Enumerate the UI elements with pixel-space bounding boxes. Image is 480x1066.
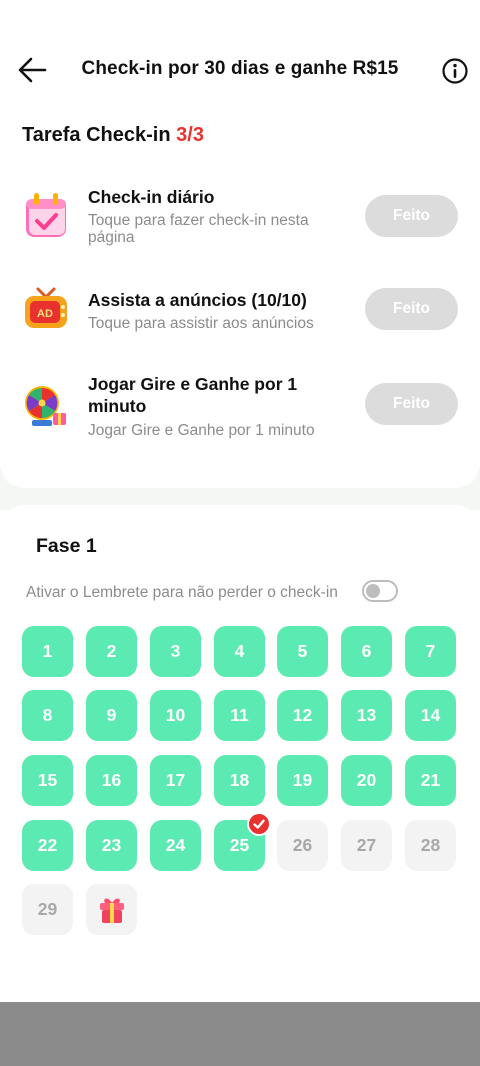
day-number: 28 — [420, 835, 441, 855]
arrow-left-icon — [18, 57, 47, 83]
day-number: 6 — [361, 641, 372, 661]
day-number: 7 — [425, 641, 436, 661]
day-number: 15 — [37, 770, 58, 790]
day-25[interactable]: 25 — [214, 812, 271, 871]
tasks-title-label: Tarefa Check-in — [22, 124, 171, 146]
tasks-count: 3/3 — [176, 124, 204, 146]
day-27[interactable]: 27 — [341, 820, 392, 871]
day-4[interactable]: 4 — [214, 626, 265, 677]
tasks-title: Tarefa Check-in 3/3 — [22, 124, 204, 147]
task-name: Check-in diário — [88, 187, 215, 207]
calendar-check-icon — [22, 191, 70, 239]
day-6[interactable]: 6 — [341, 626, 392, 677]
prize-wheel-icon — [22, 382, 70, 430]
task-subtitle: Jogar Gire e Ganhe por 1 minuto — [88, 422, 315, 439]
ad-tv-icon: AD — [22, 285, 70, 333]
day-number: 16 — [101, 770, 122, 790]
day-number: 8 — [42, 705, 53, 725]
day-26[interactable]: 26 — [277, 820, 328, 871]
day-number: 26 — [292, 835, 313, 855]
day-28[interactable]: 28 — [405, 820, 456, 871]
day-20[interactable]: 20 — [341, 755, 392, 806]
day-23[interactable]: 23 — [86, 820, 137, 871]
info-circle-icon — [442, 58, 468, 84]
day-13[interactable]: 13 — [341, 690, 392, 741]
reminder-toggle[interactable] — [362, 580, 398, 602]
day-number: 17 — [165, 770, 186, 790]
svg-text:AD: AD — [37, 308, 53, 320]
day-19[interactable]: 19 — [277, 755, 328, 806]
day-18[interactable]: 18 — [214, 755, 265, 806]
day-7[interactable]: 7 — [405, 626, 456, 677]
bottom-overlay — [0, 1002, 480, 1066]
task-subtitle: Toque para assistir aos anúncios — [88, 315, 314, 332]
day-16[interactable]: 16 — [86, 755, 137, 806]
task-done-button[interactable]: Feito — [365, 383, 458, 425]
day-3[interactable]: 3 — [150, 626, 201, 677]
day-21[interactable]: 21 — [405, 755, 456, 806]
phase-title: Fase 1 — [36, 535, 97, 557]
day-number: 5 — [297, 641, 308, 661]
day-number: 18 — [229, 770, 250, 790]
day-number: 25 — [229, 835, 250, 855]
toggle-knob — [366, 584, 380, 598]
day-number: 29 — [37, 899, 58, 919]
phase-card: Fase 1 Ativar o Lembrete para não perder… — [0, 505, 480, 1005]
day-2[interactable]: 2 — [86, 626, 137, 677]
day-11[interactable]: 11 — [214, 690, 265, 741]
task-name: Jogar Gire e Ganhe por 1 minuto — [88, 374, 298, 416]
day-15[interactable]: 15 — [22, 755, 73, 806]
task-subtitle: Toque para fazer check-in nesta página — [88, 212, 309, 246]
page-title: Check-in por 30 dias e ganhe R$15 — [81, 58, 399, 79]
day-12[interactable]: 12 — [277, 690, 328, 741]
info-button[interactable] — [440, 56, 470, 86]
day-number: 23 — [101, 835, 122, 855]
day-number: 1 — [42, 641, 53, 661]
day-number: 20 — [356, 770, 377, 790]
day-number: 19 — [292, 770, 313, 790]
day-29[interactable]: 29 — [22, 884, 73, 935]
gift-box-icon[interactable] — [86, 884, 137, 935]
day-number: 10 — [165, 705, 186, 725]
day-number: 22 — [37, 835, 58, 855]
task-done-button[interactable]: Feito — [365, 195, 458, 237]
day-1[interactable]: 1 — [22, 626, 73, 677]
tasks-card: Tarefa Check-in 3/3 Check-in diário Toqu… — [0, 96, 480, 488]
header: Check-in por 30 dias e ganhe R$15 — [0, 0, 480, 96]
reminder-label: Ativar o Lembrete para não perder o chec… — [26, 584, 338, 601]
day-10[interactable]: 10 — [150, 690, 201, 741]
day-number: 27 — [356, 835, 377, 855]
checkmark-icon — [247, 812, 271, 836]
task-name: Assista a anúncios (10/10) — [88, 290, 307, 310]
day-number: 4 — [234, 641, 245, 661]
day-8[interactable]: 8 — [22, 690, 73, 741]
day-number: 11 — [230, 705, 249, 725]
task-done-button[interactable]: Feito — [365, 288, 458, 330]
day-17[interactable]: 17 — [150, 755, 201, 806]
day-24[interactable]: 24 — [150, 820, 201, 871]
day-number: 2 — [106, 641, 117, 661]
day-number: 21 — [420, 770, 441, 790]
day-number: 13 — [356, 705, 377, 725]
day-number: 9 — [106, 705, 117, 725]
back-button[interactable] — [14, 52, 50, 88]
day-22[interactable]: 22 — [22, 820, 73, 871]
day-14[interactable]: 14 — [405, 690, 456, 741]
day-number: 14 — [420, 705, 441, 725]
day-number: 3 — [170, 641, 181, 661]
day-5[interactable]: 5 — [277, 626, 328, 677]
day-9[interactable]: 9 — [86, 690, 137, 741]
day-number: 24 — [165, 835, 186, 855]
day-number: 12 — [292, 705, 313, 725]
